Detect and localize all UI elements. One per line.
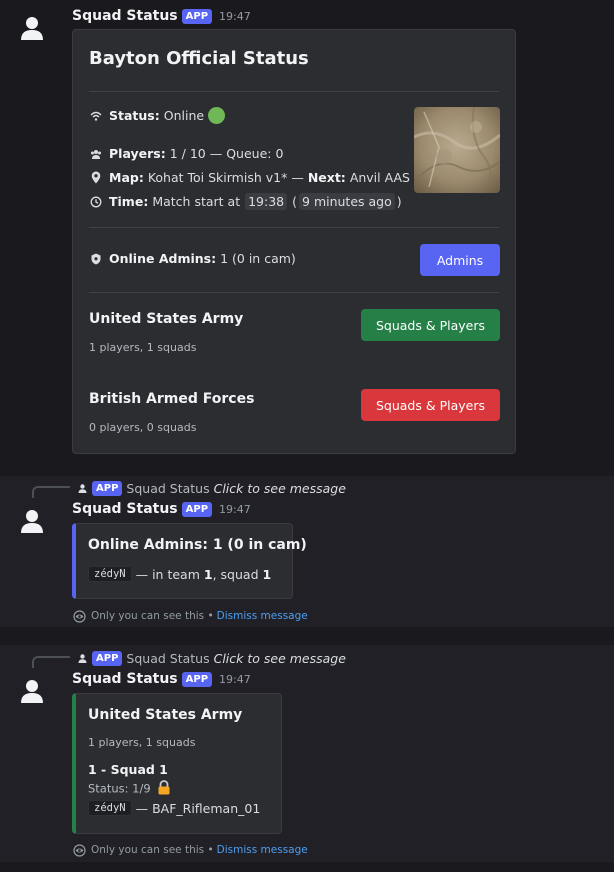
- shield-icon: [89, 252, 103, 266]
- players-icon: [89, 147, 103, 161]
- team-embed: United States Army 1 players, 1 squads 1…: [72, 693, 282, 834]
- time-label: Time:: [109, 194, 149, 209]
- squad-status-row: Status: 1/9: [88, 780, 171, 798]
- admin-squad: 1: [262, 566, 272, 582]
- players-row: Players: 1 / 10 — Queue: 0: [89, 146, 283, 161]
- message-header: Squad Status APP 19:47: [72, 501, 251, 517]
- ephemeral-text: Only you can see this •: [91, 844, 214, 856]
- admin-name: zédyN: [88, 566, 132, 582]
- reply-preview[interactable]: Click to see message: [214, 651, 346, 666]
- admins-row: Online Admins: 1 (0 in cam): [89, 251, 296, 266]
- author-name[interactable]: Squad Status: [72, 501, 178, 517]
- players-value: 1 / 10 — Queue: 0: [169, 146, 284, 161]
- match-relative-time[interactable]: 9 minutes ago: [299, 193, 395, 210]
- app-badge: APP: [92, 650, 123, 666]
- divider: [89, 91, 499, 92]
- app-badge: APP: [181, 671, 213, 687]
- dismiss-link[interactable]: Dismiss message: [217, 844, 308, 856]
- map-label: Map:: [109, 170, 144, 185]
- status-row: Status: Online: [89, 107, 226, 124]
- bot-avatar[interactable]: [18, 507, 46, 535]
- ephemeral-notice: Only you can see this • Dismiss message: [72, 843, 308, 857]
- status-label: Status:: [109, 108, 160, 123]
- eye-icon: [72, 609, 86, 623]
- embed-title: Bayton Official Status: [89, 48, 309, 69]
- team2-summary: 0 players, 0 squads: [89, 421, 197, 434]
- app-badge: APP: [181, 8, 213, 24]
- author-name[interactable]: Squad Status: [72, 8, 178, 24]
- reply-connector: [32, 486, 70, 498]
- message-status: Squad Status APP 19:47 Bayton Official S…: [0, 0, 614, 472]
- admins-embed: Online Admins: 1 (0 in cam) zédyN — in t…: [72, 523, 307, 599]
- team2-squads-button[interactable]: Squads & Players: [361, 389, 500, 421]
- divider: [89, 292, 499, 293]
- team2-name: British Armed Forces: [89, 391, 255, 407]
- paren-open: (: [292, 194, 298, 209]
- time-prefix: Match start at: [152, 194, 241, 209]
- divider: [89, 227, 499, 228]
- message-header: Squad Status APP 19:47: [72, 8, 251, 24]
- ephemeral-text: Only you can see this •: [91, 610, 214, 622]
- player-row: zédyN — BAF_Rifleman_01: [88, 800, 260, 816]
- map-pin-icon: [89, 171, 103, 185]
- user-icon: [21, 17, 43, 40]
- lock-icon: [157, 780, 171, 798]
- admins-value: 1 (0 in cam): [220, 251, 296, 266]
- timestamp: 19:47: [219, 9, 251, 23]
- paren-close: ): [396, 194, 402, 209]
- embed-title: Online Admins: 1 (0 in cam): [88, 537, 307, 553]
- reply-author: Squad Status: [126, 650, 210, 666]
- user-icon: [76, 652, 88, 664]
- admins-label: Online Admins:: [109, 251, 217, 266]
- app-badge: APP: [181, 501, 213, 517]
- eye-icon: [72, 843, 86, 857]
- admins-button[interactable]: Admins: [420, 244, 500, 276]
- user-icon: [76, 482, 88, 494]
- next-label: Next:: [307, 170, 346, 185]
- reply-author: Squad Status: [126, 480, 210, 496]
- app-badge: APP: [92, 480, 123, 496]
- reply-connector: [32, 656, 70, 668]
- map-row: Map: Kohat Toi Skirmish v1 * — Next: Anv…: [89, 170, 429, 185]
- squad-status: Status: 1/9: [88, 781, 151, 796]
- author-name[interactable]: Squad Status: [72, 671, 178, 687]
- time-row: Time: Match start at 19:38 (9 minutes ag…: [89, 193, 402, 210]
- status-embed: Bayton Official Status Status: Online Pl…: [72, 29, 516, 454]
- bot-avatar[interactable]: [18, 14, 46, 42]
- players-label: Players:: [109, 146, 166, 161]
- timestamp: 19:47: [219, 502, 251, 516]
- map-link[interactable]: Kohat Toi Skirmish v1: [148, 170, 281, 185]
- admin-team-prefix: — in team: [135, 566, 200, 582]
- online-indicator-icon: [208, 107, 226, 124]
- team1-name: United States Army: [89, 311, 244, 327]
- embed-title: United States Army: [88, 707, 243, 723]
- status-value: Online: [163, 108, 205, 123]
- squad-title: 1 - Squad 1: [88, 762, 168, 777]
- user-icon: [21, 680, 43, 703]
- player-name: zédyN: [88, 800, 132, 816]
- admin-squad-prefix: , squad: [212, 566, 259, 582]
- map-suffix: * —: [281, 170, 304, 185]
- team-summary: 1 players, 1 squads: [88, 736, 196, 749]
- team1-summary: 1 players, 1 squads: [89, 341, 197, 354]
- reply-reference[interactable]: APP Squad Status Click to see message: [32, 478, 346, 498]
- map-thumbnail[interactable]: [414, 107, 500, 193]
- clock-icon: [89, 195, 103, 209]
- admin-row: zédyN — in team 1 , squad 1: [88, 566, 271, 582]
- wifi-icon: [89, 109, 103, 123]
- reply-preview[interactable]: Click to see message: [214, 481, 346, 496]
- team1-squads-button[interactable]: Squads & Players: [361, 309, 500, 341]
- reply-reference[interactable]: APP Squad Status Click to see message: [32, 648, 346, 668]
- player-role: — BAF_Rifleman_01: [135, 800, 261, 816]
- timestamp: 19:47: [219, 672, 251, 686]
- message-header: Squad Status APP 19:47: [72, 671, 251, 687]
- bot-avatar[interactable]: [18, 677, 46, 705]
- match-start-time[interactable]: 19:38: [245, 193, 288, 210]
- user-icon: [21, 510, 43, 533]
- admin-team: 1: [203, 566, 213, 582]
- ephemeral-notice: Only you can see this • Dismiss message: [72, 609, 308, 623]
- dismiss-link[interactable]: Dismiss message: [217, 610, 308, 622]
